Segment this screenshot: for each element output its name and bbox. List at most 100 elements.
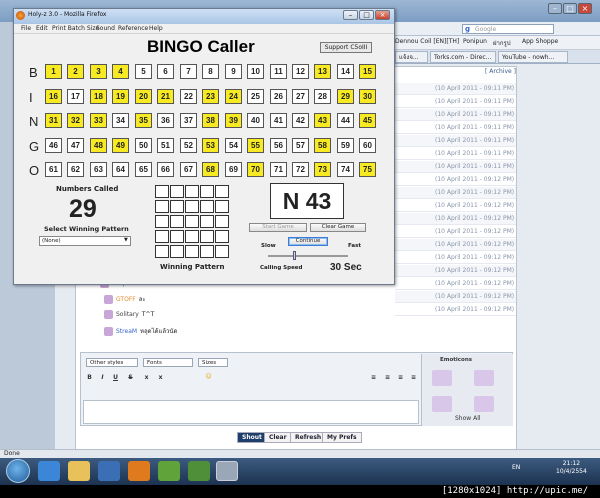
menu-reference[interactable]: Reference [118, 24, 148, 34]
pattern-cell[interactable] [185, 245, 199, 258]
menu-print-batch-size[interactable]: Print Batch Size [52, 24, 99, 34]
bingo-number-cell[interactable]: 74 [337, 162, 354, 177]
bingo-number-cell[interactable]: 28 [314, 89, 331, 104]
bingo-number-cell[interactable]: 71 [270, 162, 287, 177]
close-icon[interactable]: × [375, 10, 390, 20]
bingo-number-cell[interactable]: 57 [292, 138, 309, 153]
bingo-number-cell[interactable]: 13 [314, 64, 331, 79]
refresh-button[interactable]: Refresh [290, 432, 327, 443]
pattern-cell[interactable] [170, 230, 184, 243]
bingo-number-cell[interactable]: 4 [112, 64, 129, 79]
bookmark-item[interactable]: ฝากรูป [493, 38, 511, 48]
pattern-cell[interactable] [170, 185, 184, 198]
pattern-cell[interactable] [215, 245, 229, 258]
italic-icon[interactable]: I [99, 374, 106, 381]
bookmark-item[interactable]: App Shoppe [522, 38, 558, 45]
bingo-number-cell[interactable]: 44 [337, 113, 354, 128]
strike-icon[interactable]: S [127, 374, 134, 381]
pattern-select[interactable]: (None) [39, 236, 131, 246]
speed-slider-track[interactable] [268, 255, 348, 257]
bingo-number-cell[interactable]: 32 [67, 113, 84, 128]
clock[interactable]: 21:12 10/4/2554 [556, 460, 587, 476]
bingo-number-cell[interactable]: 41 [270, 113, 287, 128]
continue-button[interactable]: Continue [288, 237, 328, 246]
emoticon[interactable] [474, 370, 494, 386]
underline-icon[interactable]: U [112, 374, 119, 381]
pattern-cell[interactable] [155, 230, 169, 243]
archive-link[interactable]: [ Archive ] [485, 68, 516, 75]
bingo-number-cell[interactable]: 35 [135, 113, 152, 128]
bingo-number-cell[interactable]: 55 [247, 138, 264, 153]
bingo-number-cell[interactable]: 19 [112, 89, 129, 104]
bingo-number-cell[interactable]: 36 [157, 113, 174, 128]
bingo-number-cell[interactable]: 47 [67, 138, 84, 153]
pattern-cell[interactable] [215, 200, 229, 213]
bingo-number-cell[interactable]: 1 [45, 64, 62, 79]
pattern-cell[interactable] [200, 215, 214, 228]
bingo-number-cell[interactable]: 29 [337, 89, 354, 104]
pattern-cell[interactable] [200, 200, 214, 213]
bingo-number-cell[interactable]: 75 [359, 162, 376, 177]
bingo-number-cell[interactable]: 56 [270, 138, 287, 153]
clear-button[interactable]: Clear [264, 432, 292, 443]
bingo-number-cell[interactable]: 66 [157, 162, 174, 177]
pattern-cell[interactable] [185, 215, 199, 228]
menu-edit[interactable]: Edit [36, 24, 48, 34]
bingo-number-cell[interactable]: 65 [135, 162, 152, 177]
browser-tab[interactable]: Torks.com - Direc... [430, 51, 496, 63]
minimize-icon[interactable]: – [548, 3, 562, 14]
bingo-number-cell[interactable]: 33 [90, 113, 107, 128]
show-all-link[interactable]: Show All [455, 415, 481, 422]
bingo-number-cell[interactable]: 46 [45, 138, 62, 153]
minimize-icon[interactable]: – [343, 10, 358, 20]
bingo-number-cell[interactable]: 14 [337, 64, 354, 79]
bingo-number-cell[interactable]: 52 [180, 138, 197, 153]
superscript-icon[interactable]: x [157, 374, 164, 381]
bingo-number-cell[interactable]: 39 [225, 113, 242, 128]
close-icon[interactable]: × [578, 3, 592, 14]
pattern-cell[interactable] [170, 245, 184, 258]
bingo-number-cell[interactable]: 24 [225, 89, 242, 104]
justify-icon[interactable]: ≡ [410, 374, 417, 381]
message-textarea[interactable] [83, 400, 419, 424]
support-button[interactable]: Support C5oIII [320, 42, 372, 53]
bingo-number-cell[interactable]: 18 [90, 89, 107, 104]
bingo-number-cell[interactable]: 50 [135, 138, 152, 153]
maximize-icon[interactable]: □ [359, 10, 374, 20]
bingo-number-cell[interactable]: 48 [90, 138, 107, 153]
pattern-cell[interactable] [185, 200, 199, 213]
bingo-number-cell[interactable]: 43 [314, 113, 331, 128]
bingo-number-cell[interactable]: 31 [45, 113, 62, 128]
pattern-cell[interactable] [200, 245, 214, 258]
bingo-number-cell[interactable]: 64 [112, 162, 129, 177]
pattern-cell[interactable] [170, 200, 184, 213]
menu-help[interactable]: Help [149, 24, 163, 34]
emoticon[interactable] [474, 396, 494, 412]
start-game-button[interactable]: Start Game [249, 223, 307, 232]
bingo-number-cell[interactable]: 59 [337, 138, 354, 153]
bingo-number-cell[interactable]: 70 [247, 162, 264, 177]
bingo-number-cell[interactable]: 40 [247, 113, 264, 128]
pattern-cell[interactable] [155, 215, 169, 228]
bingo-number-cell[interactable]: 2 [67, 64, 84, 79]
bingo-number-cell[interactable]: 15 [359, 64, 376, 79]
bingo-number-cell[interactable]: 30 [359, 89, 376, 104]
bingo-number-cell[interactable]: 63 [90, 162, 107, 177]
pattern-cell[interactable] [215, 215, 229, 228]
pattern-cell[interactable] [200, 185, 214, 198]
bingo-number-cell[interactable]: 54 [225, 138, 242, 153]
bingo-number-cell[interactable]: 62 [67, 162, 84, 177]
app-icon[interactable] [188, 461, 210, 481]
ie-icon[interactable] [38, 461, 60, 481]
sizes-select[interactable]: Sizes [198, 358, 228, 367]
pattern-cell[interactable] [170, 215, 184, 228]
bingo-taskbar-icon[interactable] [216, 461, 238, 481]
folder-icon[interactable] [68, 461, 90, 481]
browser-tab[interactable]: YouTube - nowh... [498, 51, 568, 63]
clear-game-button[interactable]: Clear Game [310, 223, 366, 232]
firefox-icon[interactable] [128, 461, 150, 481]
pattern-cell[interactable] [215, 185, 229, 198]
bingo-number-cell[interactable]: 72 [292, 162, 309, 177]
fonts-select[interactable]: Fonts [143, 358, 193, 367]
bingo-number-cell[interactable]: 5 [135, 64, 152, 79]
